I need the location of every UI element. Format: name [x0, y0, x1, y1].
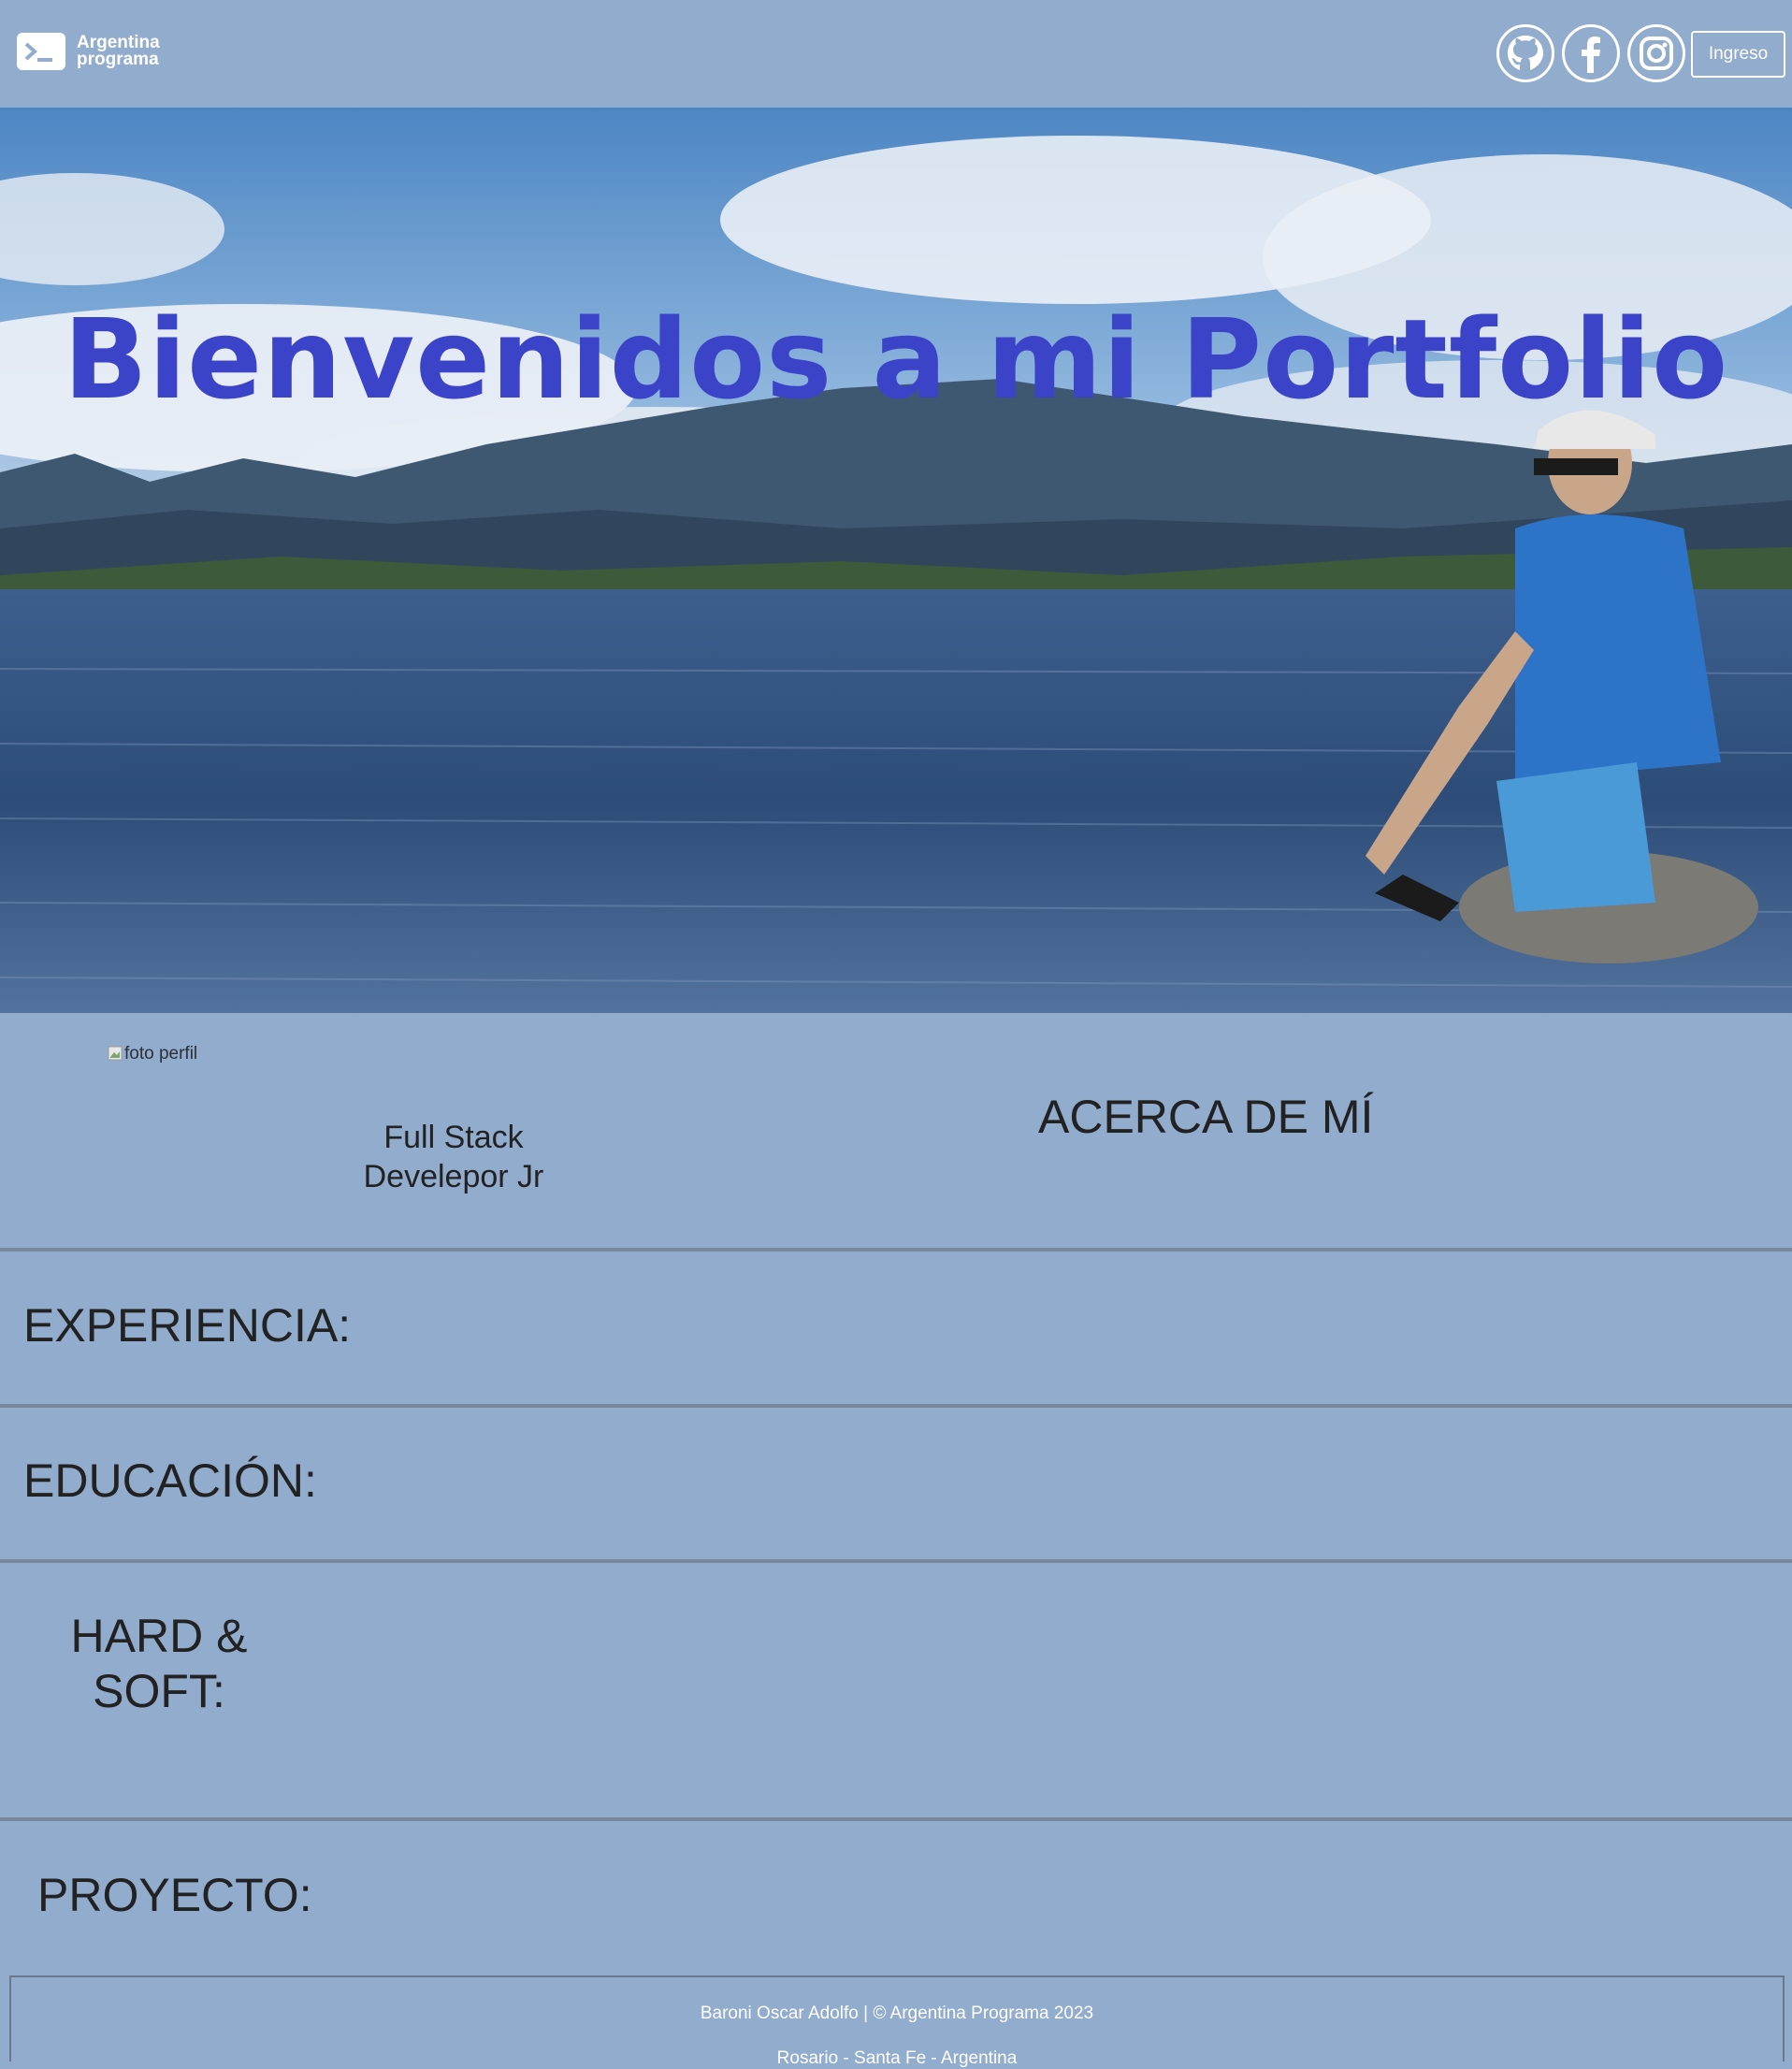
instagram-link[interactable] — [1627, 24, 1685, 82]
github-link[interactable] — [1496, 24, 1554, 82]
instagram-icon — [1640, 36, 1673, 70]
skills-heading: HARD & SOFT: — [70, 1610, 248, 1717]
education-heading: EDUCACIÓN: — [23, 1454, 317, 1507]
terminal-icon — [17, 33, 65, 70]
hero-title: Bienvenidos a mi Portfolio — [63, 295, 1729, 424]
broken-image-icon — [108, 1046, 123, 1061]
section-divider — [0, 1248, 1792, 1252]
about-heading: ACERCA DE MÍ — [1038, 1091, 1374, 1143]
section-divider — [0, 1404, 1792, 1408]
footer-location: Rosario - Santa Fe - Argentina — [776, 2048, 1018, 2068]
navbar: Argentina programa Ingreso — [0, 0, 1792, 108]
footer-copyright: Baroni Oscar Adolfo | © Argentina Progra… — [700, 2004, 1094, 2023]
argentina-programa-logo[interactable]: Argentina programa — [17, 33, 160, 70]
logo-text: Argentina programa — [77, 33, 160, 69]
github-icon — [1508, 36, 1543, 70]
experience-heading: EXPERIENCIA: — [23, 1299, 352, 1352]
facebook-link[interactable] — [1562, 24, 1620, 82]
profile-photo: foto perfil — [108, 1044, 197, 1064]
role-title: Full Stack Develepor Jr — [363, 1120, 544, 1194]
projects-heading: PROYECTO: — [37, 1869, 312, 1921]
section-divider — [0, 1559, 1792, 1563]
profile-photo-alt-text: foto perfil — [124, 1044, 198, 1063]
footer: Baroni Oscar Adolfo | © Argentina Progra… — [9, 1975, 1785, 2068]
facebook-icon — [1582, 36, 1600, 73]
section-divider — [0, 1817, 1792, 1821]
banner-landscape-image — [0, 108, 1792, 1013]
hero-banner: Bienvenidos a mi Portfolio — [0, 108, 1792, 1013]
login-button[interactable]: Ingreso — [1691, 31, 1785, 78]
